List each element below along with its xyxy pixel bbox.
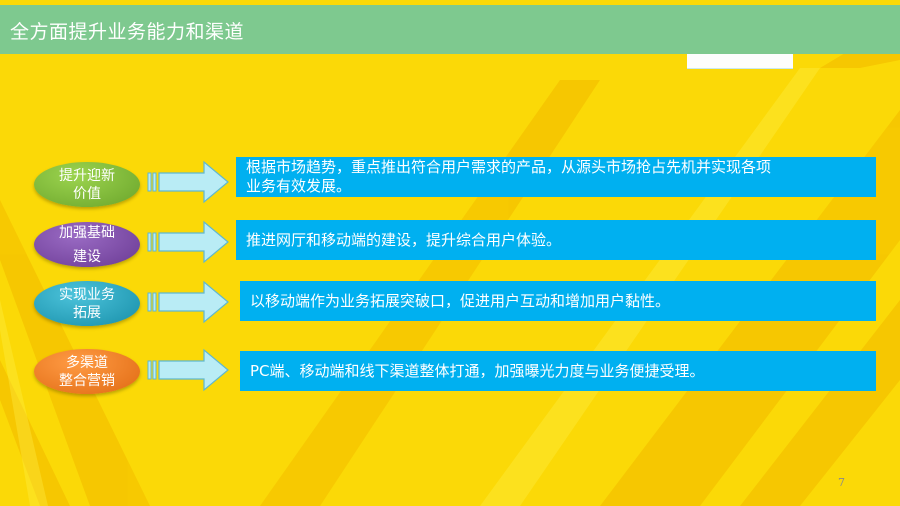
arrow-icon (147, 348, 229, 392)
pill-label-line1: 多渠道 (66, 354, 108, 371)
text-line1: 以移动端作为业务拓展突破口，促进用户互动和增加用户黏性。 (250, 291, 671, 310)
pill-raise-value: 提升迎新 价值 (34, 162, 140, 207)
pill-label-line1: 提升迎新 (59, 167, 115, 184)
pill-label-line2: 建设 (73, 248, 101, 265)
page-number: 7 (838, 476, 845, 489)
pill-label-line2: 价值 (73, 185, 101, 202)
slide-title: 全方面提升业务能力和渠道 (10, 21, 245, 43)
title-accent-bar (687, 54, 793, 69)
text-line1: PC端、移动端和线下渠道整体打通，加强曝光力度与业务便捷受理。 (250, 361, 705, 380)
pill-label-line1: 加强基础 (59, 224, 115, 241)
arrow-icon (147, 280, 229, 324)
arrow-icon (147, 160, 229, 204)
pill-label-line2: 整合营销 (59, 372, 115, 389)
text-box-strengthen-infrastructure: 推进网厅和移动端的建设，提升综合用户体验。 (236, 220, 876, 260)
text-line2: 业务有效发展。 (246, 177, 352, 195)
arrow-icon (147, 220, 229, 264)
text-box-raise-value: 根据市场趋势，重点推出符合用户需求的产品，从源头市场抢占先机并实现各项 业务有效… (236, 157, 876, 197)
pill-business-expansion: 实现业务 拓展 (34, 281, 140, 326)
pill-strengthen-infrastructure: 加强基础 建设 (34, 222, 140, 267)
pill-multichannel-marketing: 多渠道 整合营销 (34, 349, 140, 394)
text-line1: 推进网厅和移动端的建设，提升综合用户体验。 (246, 230, 562, 249)
pill-label-line2: 拓展 (73, 304, 101, 321)
title-bar: 全方面提升业务能力和渠道 (0, 5, 900, 54)
text-box-multichannel-marketing: PC端、移动端和线下渠道整体打通，加强曝光力度与业务便捷受理。 (240, 351, 876, 391)
text-box-business-expansion: 以移动端作为业务拓展突破口，促进用户互动和增加用户黏性。 (240, 281, 876, 321)
pill-label-line1: 实现业务 (59, 286, 115, 303)
text-line1: 根据市场趋势，重点推出符合用户需求的产品，从源头市场抢占先机并实现各项 (246, 158, 772, 176)
